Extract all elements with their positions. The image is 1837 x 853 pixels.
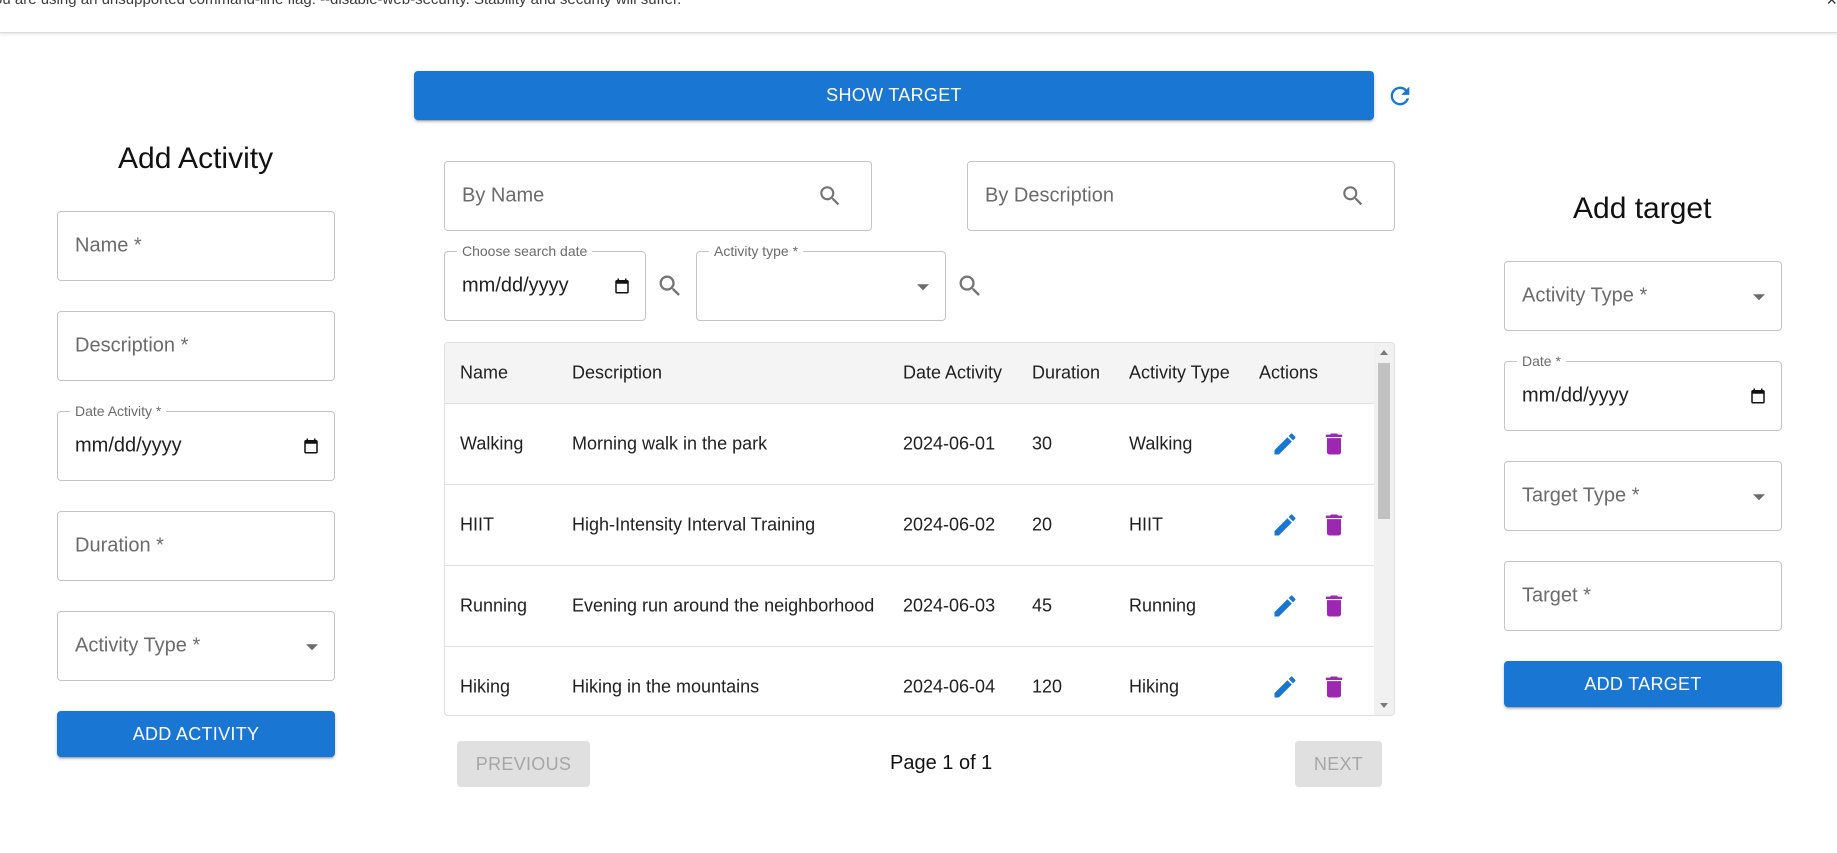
cell-description: High-Intensity Interval Training xyxy=(572,514,816,535)
cell-duration: 30 xyxy=(1032,433,1053,454)
description-field[interactable]: Description * xyxy=(57,311,335,381)
target-date-label: Date * xyxy=(1517,353,1566,369)
cell-duration: 20 xyxy=(1032,514,1053,535)
table-row: Walking Morning walk in the park 2024-06… xyxy=(445,404,1375,485)
add-activity-button[interactable]: ADD ACTIVITY xyxy=(57,711,335,757)
cell-name: Hiking xyxy=(460,676,511,697)
target-date-field[interactable]: Date * mm/dd/yyyy xyxy=(1504,353,1782,431)
search-date-field[interactable]: Choose search date mm/dd/yyyy xyxy=(444,243,646,321)
chevron-down-icon xyxy=(917,284,929,291)
table-scrollbar[interactable] xyxy=(1374,343,1394,715)
table-row: Running Evening run around the neighborh… xyxy=(445,566,1375,647)
duration-placeholder: Duration * xyxy=(75,534,164,557)
filter-activity-type-label: Activity type * xyxy=(709,243,804,259)
search-date-label: Choose search date xyxy=(457,243,593,259)
calendar-icon[interactable] xyxy=(302,437,320,455)
description-placeholder: Description * xyxy=(75,334,189,357)
cell-duration: 45 xyxy=(1032,595,1053,616)
target-placeholder: Target * xyxy=(1522,584,1591,607)
chevron-down-icon xyxy=(1753,294,1765,301)
add-activity-title: Add Activity xyxy=(118,142,274,175)
cell-activity-type: Hiking xyxy=(1129,676,1180,697)
table-row: HIIT High-Intensity Interval Training 20… xyxy=(445,485,1375,566)
cell-name: Walking xyxy=(460,433,524,454)
search-icon[interactable] xyxy=(1340,183,1366,209)
activity-type-select[interactable]: Activity Type * xyxy=(57,611,335,681)
delete-icon[interactable] xyxy=(1320,673,1348,701)
name-field[interactable]: Name * xyxy=(57,211,335,281)
page-info: Page 1 of 1 xyxy=(890,752,993,774)
target-type-select[interactable]: Target Type * xyxy=(1504,461,1782,531)
name-placeholder: Name * xyxy=(75,234,142,257)
browser-warning-text: ou are using an unsupported command-line… xyxy=(0,0,681,8)
table-row: Hiking Hiking in the mountains 2024-06-0… xyxy=(445,647,1375,715)
edit-icon[interactable] xyxy=(1271,430,1299,458)
cell-name: HIIT xyxy=(460,514,494,535)
column-header-actions: Actions xyxy=(1259,362,1319,383)
add-target-title: Add target xyxy=(1573,192,1712,225)
cell-activity-type: Running xyxy=(1129,595,1197,616)
cell-description: Hiking in the mountains xyxy=(572,676,760,697)
by-name-placeholder: By Name xyxy=(462,184,545,207)
activity-type-placeholder: Activity Type * xyxy=(75,634,201,657)
search-icon[interactable] xyxy=(817,183,843,209)
delete-icon[interactable] xyxy=(1320,430,1348,458)
cell-activity-type: Walking xyxy=(1129,433,1193,454)
filter-activity-type-select[interactable]: Activity type * xyxy=(696,243,946,321)
calendar-icon[interactable] xyxy=(613,277,631,295)
cell-date: 2024-06-04 xyxy=(903,676,996,697)
column-header-date-activity: Date Activity xyxy=(903,362,1003,383)
target-value-field[interactable]: Target * xyxy=(1504,561,1782,631)
cell-name: Running xyxy=(460,595,528,616)
column-header-activity-type: Activity Type xyxy=(1129,362,1230,383)
search-by-name-input[interactable]: By Name xyxy=(444,161,872,231)
edit-icon[interactable] xyxy=(1271,511,1299,539)
date-activity-field[interactable]: Date Activity * mm/dd/yyyy xyxy=(57,403,335,481)
column-header-description: Description xyxy=(572,362,663,383)
edit-icon[interactable] xyxy=(1271,592,1299,620)
refresh-icon[interactable] xyxy=(1386,82,1414,110)
table-header: Name Description Date Activity Duration … xyxy=(445,343,1375,404)
chevron-down-icon xyxy=(1753,494,1765,501)
by-description-placeholder: By Description xyxy=(985,184,1114,207)
duration-field[interactable]: Duration * xyxy=(57,511,335,581)
cell-activity-type: HIIT xyxy=(1129,514,1163,535)
chevron-down-icon xyxy=(306,644,318,651)
column-header-name: Name xyxy=(460,362,509,383)
activities-table: Name Description Date Activity Duration … xyxy=(444,342,1395,716)
search-activity-type-icon[interactable] xyxy=(956,272,984,300)
scrollbar-thumb[interactable] xyxy=(1378,363,1390,519)
browser-warning-bar: ou are using an unsupported command-line… xyxy=(0,0,1837,33)
column-header-duration: Duration xyxy=(1032,362,1101,383)
close-icon[interactable]: × xyxy=(1826,0,1837,11)
previous-page-button[interactable]: PREVIOUS xyxy=(457,741,590,787)
cell-description: Morning walk in the park xyxy=(572,433,768,454)
search-by-description-input[interactable]: By Description xyxy=(967,161,1395,231)
delete-icon[interactable] xyxy=(1320,511,1348,539)
target-activity-type-placeholder: Activity Type * xyxy=(1522,284,1648,307)
search-date-icon[interactable] xyxy=(656,272,684,300)
target-type-placeholder: Target Type * xyxy=(1522,484,1640,507)
calendar-icon[interactable] xyxy=(1749,387,1767,405)
cell-description: Evening run around the neighborhood xyxy=(572,595,875,616)
cell-date: 2024-06-02 xyxy=(903,514,996,535)
add-target-button[interactable]: ADD TARGET xyxy=(1504,661,1782,707)
edit-icon[interactable] xyxy=(1271,673,1299,701)
search-date-value: mm/dd/yyyy xyxy=(462,274,569,297)
scroll-down-arrow-icon[interactable] xyxy=(1380,703,1388,708)
cell-duration: 120 xyxy=(1032,676,1063,697)
date-activity-label: Date Activity * xyxy=(70,403,167,419)
target-activity-type-select[interactable]: Activity Type * xyxy=(1504,261,1782,331)
target-date-value: mm/dd/yyyy xyxy=(1522,384,1629,407)
date-activity-value: mm/dd/yyyy xyxy=(75,434,182,457)
cell-date: 2024-06-01 xyxy=(903,433,996,454)
show-target-button[interactable]: SHOW TARGET xyxy=(414,71,1374,120)
delete-icon[interactable] xyxy=(1320,592,1348,620)
scroll-up-arrow-icon[interactable] xyxy=(1380,350,1388,355)
cell-date: 2024-06-03 xyxy=(903,595,996,616)
next-page-button[interactable]: NEXT xyxy=(1295,741,1382,787)
